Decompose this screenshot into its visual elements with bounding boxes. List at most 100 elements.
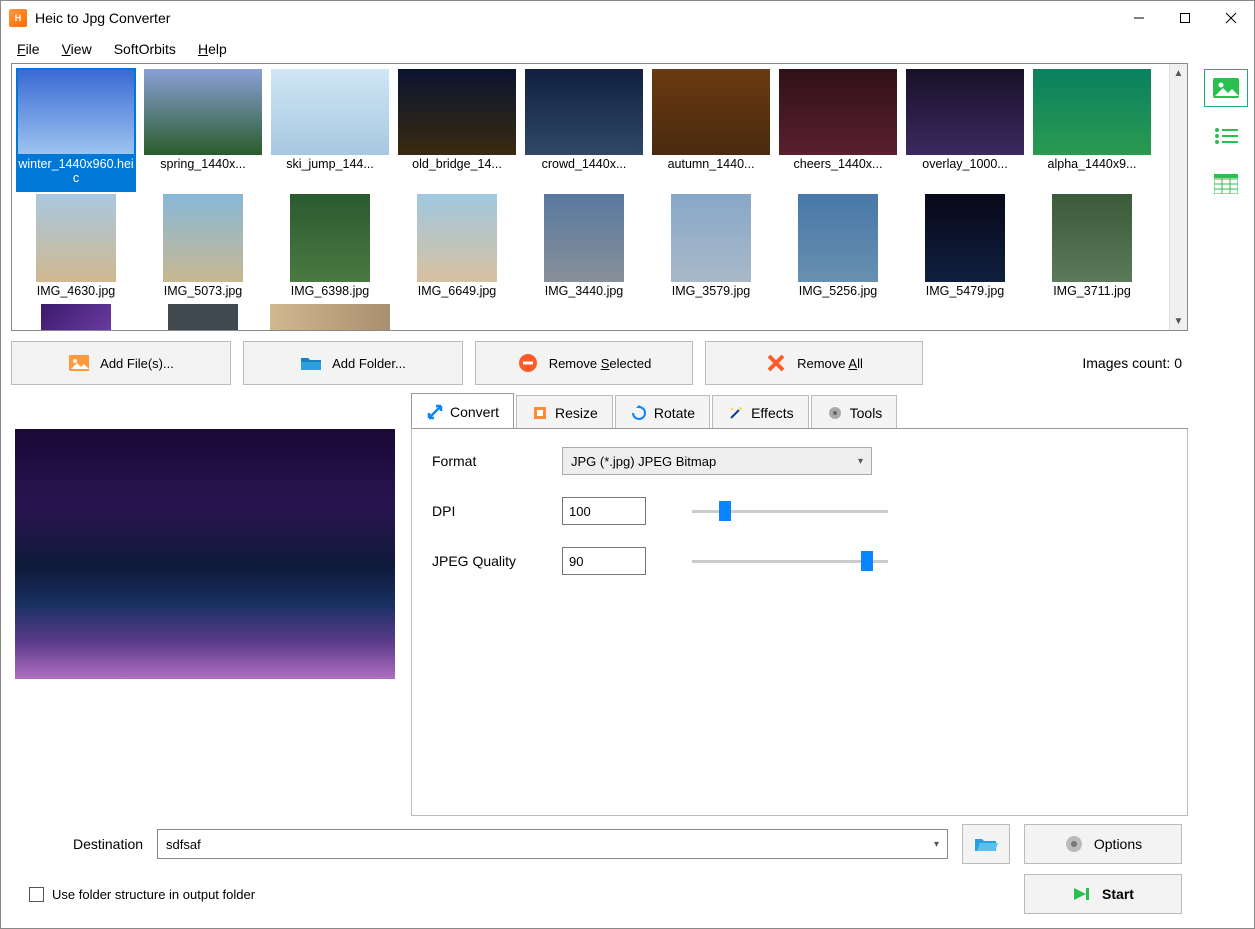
thumbnail-caption: IMG_5256.jpg [799, 282, 878, 302]
thumbnail[interactable]: crowd_1440x... [522, 68, 646, 192]
thumbnail[interactable]: IMG_5256.jpg [776, 194, 900, 302]
thumbnail-caption: cheers_1440x... [778, 156, 898, 178]
close-button[interactable] [1208, 3, 1254, 33]
bottom-bar: Destination sdfsaf ▾ Options Use folder … [11, 816, 1188, 918]
thumbnail-image [397, 68, 517, 156]
thumbnail-image [270, 68, 390, 156]
browse-button[interactable] [962, 824, 1010, 864]
tab-tools[interactable]: Tools [811, 395, 898, 429]
use-folder-structure-check[interactable]: Use folder structure in output folder [17, 887, 255, 902]
options-button[interactable]: Options [1024, 824, 1182, 864]
thumbnail-image [1052, 194, 1132, 282]
convert-icon [426, 403, 444, 421]
menu-softorbits[interactable]: SoftOrbits [104, 37, 186, 61]
scroll-down-icon[interactable]: ▼ [1170, 312, 1187, 330]
thumbnail[interactable]: overlay_1000... [903, 68, 1027, 192]
thumbnail[interactable]: old_bridge_14... [395, 68, 519, 192]
add-files-label: Add File(s)... [100, 356, 174, 371]
thumbnail-image [1032, 68, 1152, 156]
scroll-up-icon[interactable]: ▲ [1170, 64, 1187, 82]
thumbnail-image [671, 194, 751, 282]
view-list-button[interactable] [1204, 117, 1248, 155]
thumbnail-caption: alpha_1440x9... [1032, 156, 1152, 178]
preview-image [15, 429, 395, 679]
thumbnail-image [925, 194, 1005, 282]
thumbnail-caption: IMG_4630.jpg [37, 282, 116, 302]
thumbnail-caption: crowd_1440x... [524, 156, 644, 178]
tab-convert[interactable]: Convert [411, 393, 514, 429]
thumbnail[interactable]: IMG_3579.jpg [649, 194, 773, 302]
thumbnail[interactable]: winter_1440x960.heic [14, 68, 138, 192]
add-folder-button[interactable]: Add Folder... [243, 341, 463, 385]
view-toolbar [1198, 63, 1254, 928]
thumbnail-image [778, 68, 898, 156]
menu-view[interactable]: View [52, 37, 102, 61]
destination-combo[interactable]: sdfsaf ▾ [157, 829, 948, 859]
window-title: Heic to Jpg Converter [35, 10, 170, 26]
view-thumbnails-button[interactable] [1204, 69, 1248, 107]
format-label: Format [432, 453, 542, 469]
format-select[interactable]: JPG (*.jpg) JPEG Bitmap ▾ [562, 447, 872, 475]
thumbnail[interactable]: IMG_3440.jpg [522, 194, 646, 302]
thumbnail[interactable]: IMG_6398.jpg [268, 194, 392, 302]
titlebar: H Heic to Jpg Converter [1, 1, 1254, 35]
gear-icon [1064, 834, 1084, 854]
add-folder-label: Add Folder... [332, 356, 406, 371]
remove-selected-label: Remove Selected [549, 356, 652, 371]
thumbnail-partial[interactable] [141, 304, 265, 330]
remove-selected-button[interactable]: Remove Selected [475, 341, 693, 385]
thumbnail-partial[interactable] [268, 304, 392, 330]
thumbnail[interactable]: IMG_6649.jpg [395, 194, 519, 302]
quality-input[interactable] [562, 547, 646, 575]
menu-file[interactable]: File [7, 37, 50, 61]
rotate-icon [630, 404, 648, 422]
thumbnail-caption: spring_1440x... [143, 156, 263, 178]
remove-all-button[interactable]: Remove All [705, 341, 923, 385]
thumbnail-caption: old_bridge_14... [397, 156, 517, 178]
thumbnail-image [36, 194, 116, 282]
minimize-button[interactable] [1116, 3, 1162, 33]
remove-icon [517, 353, 539, 373]
thumbnail-caption: IMG_3440.jpg [545, 282, 624, 302]
thumbnail[interactable]: alpha_1440x9... [1030, 68, 1154, 192]
maximize-button[interactable] [1162, 3, 1208, 33]
thumbnail-partial[interactable] [14, 304, 138, 330]
tab-rotate[interactable]: Rotate [615, 395, 710, 429]
thumbnail[interactable]: autumn_1440... [649, 68, 773, 192]
thumbnail-image [651, 68, 771, 156]
convert-tab-body: Format JPG (*.jpg) JPEG Bitmap ▾ DPI [411, 428, 1188, 816]
thumbnail-caption: IMG_3711.jpg [1053, 282, 1131, 302]
checkbox-icon [29, 887, 44, 902]
thumbnail-caption: ski_jump_144... [270, 156, 390, 178]
menubar: File View SoftOrbits Help [1, 35, 1254, 63]
thumbnail-caption: autumn_1440... [651, 156, 771, 178]
thumbnail[interactable]: spring_1440x... [141, 68, 265, 192]
view-details-button[interactable] [1204, 165, 1248, 203]
thumbnail[interactable]: IMG_3711.jpg [1030, 194, 1154, 302]
add-files-button[interactable]: Add File(s)... [11, 341, 231, 385]
dpi-input[interactable] [562, 497, 646, 525]
effects-icon [727, 404, 745, 422]
dpi-slider[interactable] [692, 501, 888, 521]
tabs: Convert Resize Rotate Effects Tools [411, 393, 1188, 429]
start-button[interactable]: Start [1024, 874, 1182, 914]
thumbnail[interactable]: IMG_4630.jpg [14, 194, 138, 302]
quality-label: JPEG Quality [432, 553, 542, 569]
menu-help[interactable]: Help [188, 37, 237, 61]
tab-effects[interactable]: Effects [712, 395, 809, 429]
action-bar: Add File(s)... Add Folder... Remove Sele… [11, 331, 1188, 393]
tab-resize[interactable]: Resize [516, 395, 613, 429]
preview-pane [11, 393, 399, 816]
thumbnail[interactable]: IMG_5073.jpg [141, 194, 265, 302]
thumbnail-image [163, 194, 243, 282]
gallery-scrollbar[interactable]: ▲ ▼ [1169, 64, 1187, 330]
app-icon: H [9, 9, 27, 27]
thumbnail[interactable]: cheers_1440x... [776, 68, 900, 192]
quality-slider[interactable] [692, 551, 888, 571]
image-icon [68, 353, 90, 373]
thumbnail-image [905, 68, 1025, 156]
thumbnail-caption: overlay_1000... [905, 156, 1025, 178]
images-count: Images count: 0 [1082, 355, 1188, 371]
thumbnail[interactable]: IMG_5479.jpg [903, 194, 1027, 302]
thumbnail[interactable]: ski_jump_144... [268, 68, 392, 192]
